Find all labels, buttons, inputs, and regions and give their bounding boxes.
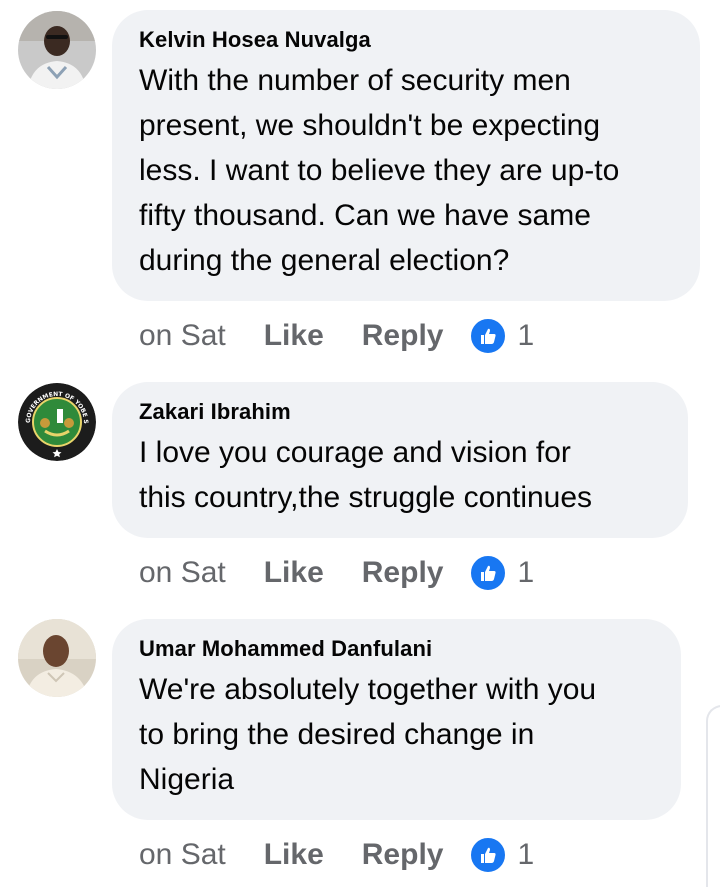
comment-actions: on Sat Like Reply 1: [139, 553, 534, 593]
comment-actions: on Sat Like Reply 1: [139, 835, 534, 875]
comment-timestamp[interactable]: on Sat: [139, 838, 226, 872]
comment-text-line: to bring the desired change in: [139, 718, 535, 751]
comment-timestamp[interactable]: on Sat: [139, 556, 226, 590]
avatar[interactable]: [18, 619, 96, 697]
reaction-count[interactable]: 1: [517, 556, 534, 590]
reply-button[interactable]: Reply: [362, 556, 444, 590]
comment-bubble: Zakari Ibrahim I love you courage and vi…: [112, 382, 688, 538]
comment-text-line: fifty thousand. Can we have same: [139, 199, 591, 232]
like-button[interactable]: Like: [264, 319, 324, 353]
comment-author[interactable]: Kelvin Hosea Nuvalga: [139, 26, 676, 54]
comment-text-line: present, we shouldn't be expecting: [139, 109, 601, 142]
government-seal-icon: GOVERNMENT OF YOBE STATE: [18, 383, 96, 461]
comment-text-line: Nigeria: [139, 763, 235, 796]
person-photo-icon: [18, 11, 96, 89]
comment-bubble: Umar Mohammed Danfulani We're absolutely…: [112, 619, 681, 820]
comment-text-line: during the general election?: [139, 244, 510, 277]
comment-text-line: I love you courage and vision for: [139, 436, 571, 469]
like-reaction-icon[interactable]: [469, 836, 508, 874]
reply-button[interactable]: Reply: [362, 838, 444, 872]
comment-timestamp[interactable]: on Sat: [139, 319, 226, 353]
comment-text-line: less. I want to believe they are up-to: [139, 154, 620, 187]
like-button[interactable]: Like: [264, 556, 324, 590]
comment-text-line: With the number of security men: [139, 64, 571, 97]
comment-text: We're absolutely together with you to br…: [139, 667, 657, 802]
comment-author[interactable]: Umar Mohammed Danfulani: [139, 635, 657, 663]
comment-actions: on Sat Like Reply 1: [139, 316, 534, 356]
avatar[interactable]: GOVERNMENT OF YOBE STATE: [18, 383, 96, 461]
like-button[interactable]: Like: [264, 838, 324, 872]
comment-author[interactable]: Zakari Ibrahim: [139, 398, 664, 426]
comment-text: I love you courage and vision for this c…: [139, 430, 664, 520]
comment-text: With the number of security men present,…: [139, 58, 676, 283]
reply-button[interactable]: Reply: [362, 319, 444, 353]
like-reaction-icon[interactable]: [469, 554, 508, 592]
avatar[interactable]: [18, 11, 96, 89]
adjacent-panel-edge: [706, 705, 720, 887]
comment-text-line: this country,the struggle continues: [139, 481, 593, 514]
person-photo-icon: [18, 619, 96, 697]
reaction-count[interactable]: 1: [517, 838, 534, 872]
like-reaction-icon[interactable]: [469, 317, 508, 355]
comment-bubble: Kelvin Hosea Nuvalga With the number of …: [112, 10, 700, 301]
comment-text-line: We're absolutely together with you: [139, 673, 597, 706]
reaction-count[interactable]: 1: [517, 319, 534, 353]
